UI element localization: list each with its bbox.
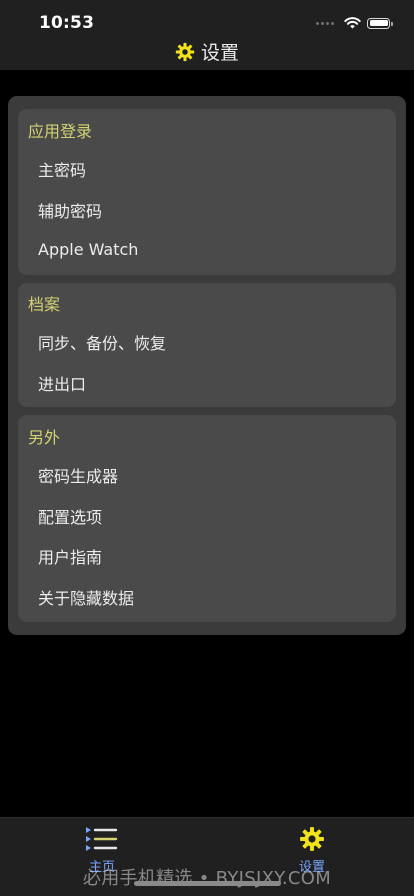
settings-item-sync-backup-restore[interactable]: 同步、备份、恢复 bbox=[18, 321, 396, 362]
settings-item-master-password[interactable]: 主密码 bbox=[18, 148, 396, 189]
settings-item-apple-watch[interactable]: Apple Watch bbox=[18, 229, 396, 270]
page-title: 设置 bbox=[200, 42, 239, 64]
section-header: 应用登录 bbox=[28, 122, 93, 141]
tab-settings[interactable]: 设置 bbox=[252, 818, 372, 888]
settings-item-password-generator[interactable]: 密码生成器 bbox=[18, 454, 396, 495]
settings-item-user-guide[interactable]: 用户指南 bbox=[18, 535, 396, 576]
top-bar: 10:53 设置 bbox=[0, 0, 414, 70]
status-indicators bbox=[316, 15, 393, 31]
section-header: 档案 bbox=[28, 295, 61, 314]
section-archive: 档案 同步、备份、恢复 进出口 bbox=[18, 283, 396, 407]
wifi-icon bbox=[344, 17, 361, 29]
tab-label: 设置 bbox=[298, 860, 325, 875]
gear-icon bbox=[175, 42, 195, 61]
battery-icon bbox=[367, 17, 393, 29]
cellular-signal-icon bbox=[316, 21, 334, 25]
status-time: 10:53 bbox=[39, 13, 95, 33]
nav-header: 设置 bbox=[0, 38, 414, 65]
settings-item-preferences[interactable]: 配置选项 bbox=[18, 495, 396, 536]
settings-panel: 应用登录 主密码 辅助密码 Apple Watch 档案 同步、备份、恢复 进出… bbox=[8, 96, 406, 635]
section-header: 另外 bbox=[28, 428, 61, 447]
settings-item-import-export[interactable]: 进出口 bbox=[18, 362, 396, 403]
section-app-login: 应用登录 主密码 辅助密码 Apple Watch bbox=[18, 109, 396, 275]
settings-item-about-hidden-data[interactable]: 关于隐藏数据 bbox=[18, 576, 396, 617]
section-other: 另外 密码生成器 配置选项 用户指南 关于隐藏数据 bbox=[18, 415, 396, 622]
list-icon bbox=[86, 827, 118, 851]
home-indicator bbox=[134, 881, 281, 886]
gear-icon bbox=[300, 827, 324, 851]
settings-item-secondary-password[interactable]: 辅助密码 bbox=[18, 189, 396, 230]
tab-home[interactable]: 主页 bbox=[42, 818, 162, 888]
tab-label: 主页 bbox=[88, 860, 115, 875]
